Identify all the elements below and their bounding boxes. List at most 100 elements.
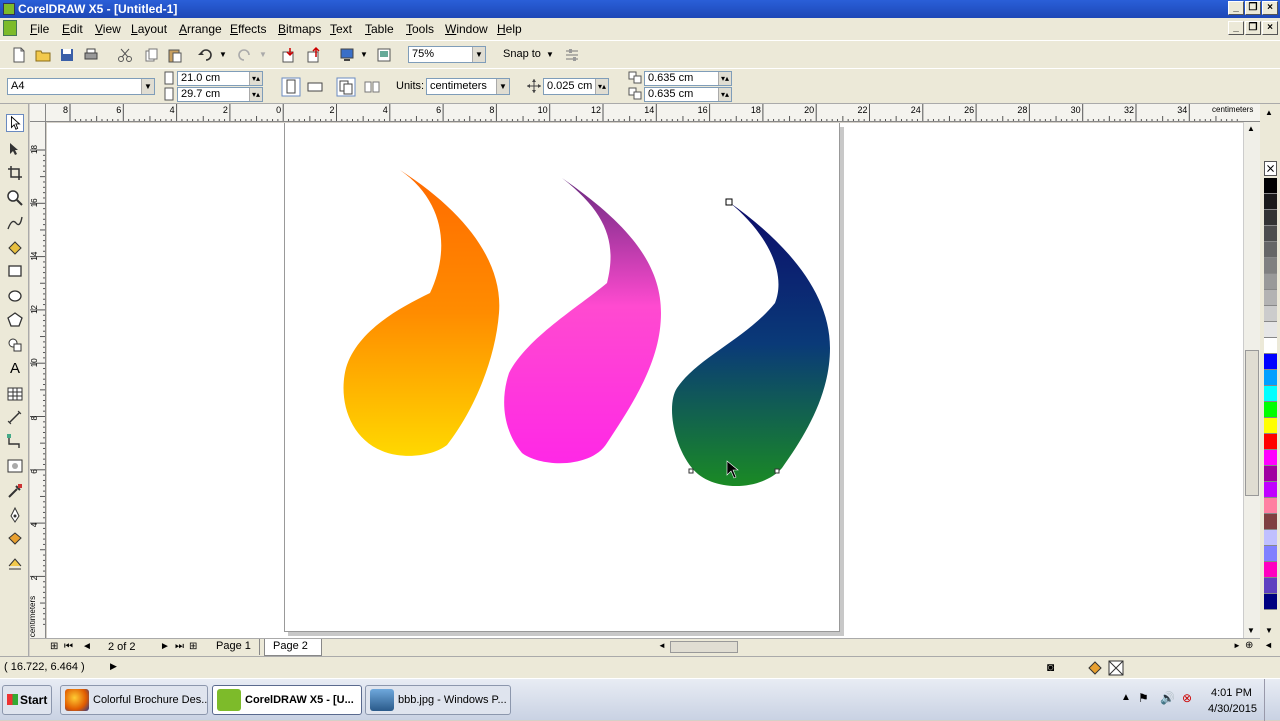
color-swatch[interactable] [1264, 210, 1277, 226]
smart-fill-tool-icon[interactable] [6, 238, 24, 256]
horizontal-scroll-thumb[interactable] [670, 641, 738, 653]
redo-dropdown-icon[interactable]: ▼ [259, 50, 267, 59]
rectangle-tool-icon[interactable] [6, 262, 24, 280]
zoom-dropdown-icon[interactable]: ▼ [472, 47, 485, 62]
menu-effects[interactable]: Effects [230, 22, 266, 36]
color-swatch[interactable] [1264, 258, 1277, 274]
outline-indicator-icon[interactable] [1108, 660, 1124, 676]
open-folder-icon[interactable] [34, 46, 52, 64]
vertical-ruler[interactable]: 18 16 14 12 10 8 6 4 2 centimeters [30, 122, 46, 638]
export-icon[interactable] [305, 46, 323, 64]
save-icon[interactable] [58, 46, 76, 64]
eyedropper-tool-icon[interactable] [6, 482, 24, 500]
taskbar-photo-viewer[interactable]: bbb.jpg - Windows P... [365, 685, 511, 715]
add-page-before-icon[interactable]: ⊞ [50, 641, 58, 652]
start-button[interactable]: Start [2, 685, 52, 715]
volume-icon[interactable]: 🔊 [1160, 691, 1175, 705]
page-tab-1[interactable]: Page 1 [208, 639, 260, 655]
color-swatch[interactable] [1264, 370, 1277, 386]
copy-icon[interactable] [142, 46, 160, 64]
vertical-scrollbar[interactable]: ▲ ▼ [1243, 122, 1260, 638]
paper-size-dropdown-icon[interactable]: ▼ [141, 79, 154, 94]
palette-scroll-down-icon[interactable]: ▼ [1265, 626, 1273, 635]
scroll-left-icon[interactable]: ◄ [658, 641, 666, 650]
clock-time[interactable]: 4:01 PM [1211, 687, 1252, 699]
import-icon[interactable] [280, 46, 298, 64]
units-select[interactable]: centimeters ▼ [426, 78, 510, 95]
duplicate-x-input[interactable]: 0.635 cm ▾▴ [644, 71, 732, 86]
vertical-scroll-thumb[interactable] [1245, 350, 1259, 496]
doc-restore-button[interactable]: ❐ [1245, 21, 1261, 35]
scroll-down-icon[interactable]: ▼ [1247, 626, 1255, 635]
undo-icon[interactable] [196, 46, 214, 64]
doc-close-button[interactable]: × [1262, 21, 1278, 35]
fill-tool-icon[interactable] [6, 530, 24, 548]
redo-icon[interactable] [236, 46, 254, 64]
scroll-up-icon[interactable]: ▲ [1247, 124, 1255, 133]
outline-pen-tool-icon[interactable] [6, 506, 24, 524]
menu-edit[interactable]: Edit [62, 22, 83, 36]
coreldraw-app-icon[interactable] [3, 3, 15, 15]
show-hidden-icons-icon[interactable]: ▲ [1121, 692, 1131, 703]
orange-gradient-shape[interactable] [343, 170, 500, 456]
node-handle[interactable] [688, 468, 694, 474]
taskbar-firefox[interactable]: Colorful Brochure Des... [60, 685, 208, 715]
nudge-spinner-icon[interactable]: ▾▴ [595, 79, 608, 94]
close-button[interactable]: × [1262, 1, 1278, 15]
launcher-dropdown-icon[interactable]: ▼ [360, 50, 368, 59]
color-swatch[interactable] [1264, 530, 1277, 546]
zoom-tool-icon[interactable] [6, 189, 24, 207]
menu-file[interactable]: File [30, 22, 49, 36]
page-tab-2[interactable]: Page 2 [264, 639, 322, 656]
show-desktop-button[interactable] [1264, 679, 1280, 721]
scroll-right-icon[interactable]: ► [1233, 641, 1241, 650]
nudge-distance-input[interactable]: 0.025 cm ▾▴ [543, 78, 609, 95]
node-handle[interactable] [774, 468, 780, 474]
palette-scroll-up-icon[interactable]: ▲ [1265, 108, 1273, 117]
blend-tool-icon[interactable] [6, 457, 24, 475]
menu-tools[interactable]: Tools [406, 22, 434, 36]
color-swatch[interactable] [1264, 418, 1277, 434]
options-icon[interactable] [563, 46, 581, 64]
ruler-origin[interactable] [30, 104, 46, 122]
color-swatch[interactable] [1264, 466, 1277, 482]
menu-view[interactable]: View [95, 22, 121, 36]
freehand-tool-icon[interactable] [6, 214, 24, 232]
color-swatch[interactable] [1264, 226, 1277, 242]
page-width-input[interactable]: 21.0 cm ▾▴ [177, 71, 263, 86]
all-pages-icon[interactable] [336, 77, 356, 97]
color-swatch[interactable] [1264, 514, 1277, 530]
no-color-swatch[interactable]: ⨯ [1264, 161, 1277, 176]
color-swatch[interactable] [1264, 242, 1277, 258]
palette-flyout-icon[interactable]: ◄ [1264, 640, 1273, 650]
color-swatch[interactable] [1264, 290, 1277, 306]
ellipse-tool-icon[interactable] [6, 287, 24, 305]
color-swatch[interactable] [1264, 194, 1277, 210]
dimension-tool-icon[interactable] [6, 409, 24, 427]
color-swatch[interactable] [1264, 354, 1277, 370]
menu-window[interactable]: Window [445, 22, 488, 36]
color-swatch[interactable] [1264, 450, 1277, 466]
color-swatch[interactable] [1264, 402, 1277, 418]
pink-gradient-shape[interactable] [504, 178, 661, 464]
new-document-icon[interactable] [10, 46, 28, 64]
status-expand-icon[interactable]: ▶ [110, 661, 117, 672]
zoom-level-select[interactable]: 75% ▼ [408, 46, 486, 63]
paper-size-select[interactable]: A4 ▼ [7, 78, 155, 95]
color-swatch[interactable] [1264, 546, 1277, 562]
portrait-orientation-icon[interactable] [281, 77, 301, 97]
action-center-icon[interactable]: ⚑ [1138, 691, 1149, 705]
drawing-canvas[interactable] [47, 123, 1243, 638]
color-swatch[interactable] [1264, 386, 1277, 402]
welcome-screen-icon[interactable] [375, 46, 393, 64]
color-swatch[interactable] [1264, 594, 1277, 610]
connector-tool-icon[interactable] [6, 433, 24, 451]
basic-shapes-tool-icon[interactable] [6, 336, 24, 354]
doc-minimize-button[interactable]: _ [1228, 21, 1244, 35]
last-page-icon[interactable]: ⏭ [175, 641, 184, 652]
paste-icon[interactable] [166, 46, 184, 64]
fill-indicator-icon[interactable] [1087, 660, 1103, 676]
page-width-spinner-icon[interactable]: ▾▴ [249, 72, 262, 85]
add-page-after-icon[interactable]: ⊞ [189, 641, 197, 652]
crop-tool-icon[interactable] [6, 164, 24, 182]
